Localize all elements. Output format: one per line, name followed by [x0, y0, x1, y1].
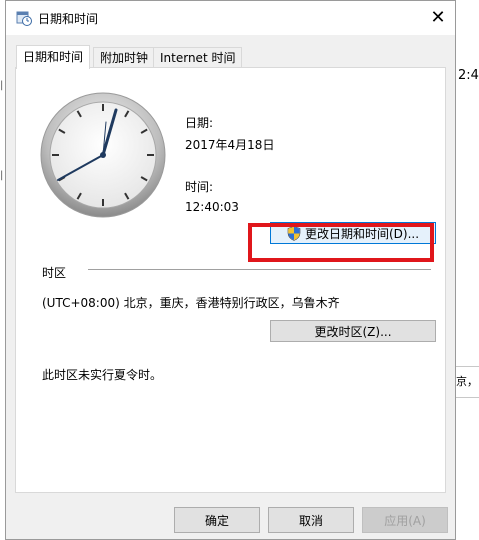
change-date-time-button[interactable]: 更改日期和时间(D)... [270, 222, 436, 244]
background-clock-fragment: 2:4 [458, 68, 479, 83]
calendar-clock-icon [16, 11, 32, 26]
dialog-title: 日期和时间 [38, 12, 99, 26]
change-timezone-button[interactable]: 更改时区(Z)... [270, 320, 436, 342]
timezone-separator [88, 269, 431, 270]
cancel-button[interactable]: 取消 [268, 507, 354, 533]
time-value: 12:40:03 [185, 200, 239, 214]
analog-clock-icon [40, 92, 166, 218]
timezone-value: (UTC+08:00) 北京，重庆，香港特别行政区，乌鲁木齐 [42, 296, 340, 310]
timezone-section-label: 时区 [42, 266, 67, 280]
title-bar[interactable]: 日期和时间 ✕ [6, 1, 455, 35]
tab-panel-date-time: 日期: 2017年4月18日 时间: 12:40:03 更改日期和时间(D)..… [15, 67, 446, 493]
close-icon: ✕ [430, 7, 446, 28]
uac-shield-icon [287, 226, 301, 241]
change-date-time-label: 更改日期和时间(D)... [304, 227, 420, 241]
ok-button[interactable]: 确定 [174, 507, 260, 533]
tab-additional-clocks[interactable]: 附加时钟 [93, 47, 156, 68]
tab-date-time[interactable]: 日期和时间 [16, 45, 91, 69]
tab-internet-time[interactable]: Internet 时间 [153, 47, 243, 68]
background-popup-fragment: 京， [452, 366, 479, 398]
close-button[interactable]: ✕ [421, 1, 455, 35]
date-value: 2017年4月18日 [185, 138, 275, 152]
date-time-dialog: 日期和时间 ✕ 日期和时间 附加时钟 Internet 时间 日期: 2017年… [5, 0, 456, 540]
dst-note: 此时区未实行夏令时。 [42, 368, 163, 382]
date-label: 日期: [185, 116, 214, 130]
apply-button[interactable]: 应用(A) [362, 507, 448, 533]
time-label: 时间: [185, 180, 214, 194]
